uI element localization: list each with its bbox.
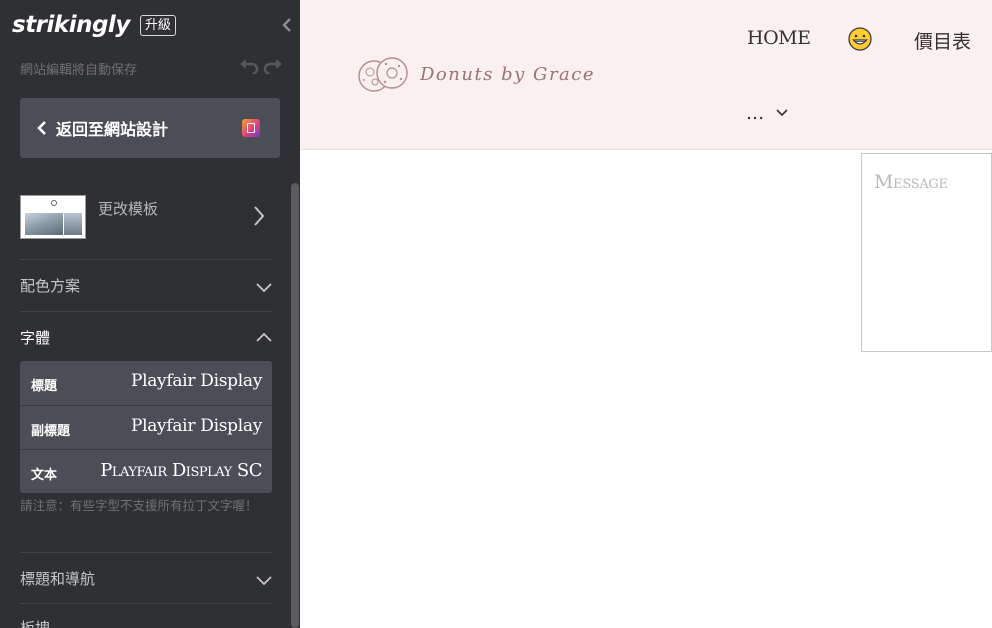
section-header-navigation[interactable]: 標題和導航	[20, 568, 272, 592]
font-row-heading[interactable]: 標題 Playfair Display	[20, 361, 272, 405]
section-blocks[interactable]: 板塊	[20, 617, 50, 628]
chevron-down-icon	[256, 283, 272, 293]
app-store-icon	[242, 119, 260, 137]
chevron-down-icon	[256, 576, 272, 586]
font-row-body[interactable]: 文本 Playfair Display SC	[20, 449, 272, 493]
nav-more-menu[interactable]: ...	[746, 102, 788, 124]
site-preview: Donuts by Grace HOME 價目表 ... Message	[300, 0, 992, 628]
change-template-row[interactable]: 更改模板	[20, 195, 272, 240]
font-settings-table: 標題 Playfair Display 副標題 Playfair Display…	[20, 361, 272, 493]
nav-pricing[interactable]: 價目表	[914, 27, 971, 54]
font-support-note: 請注意：有些字型不支援所有拉丁文字喔！	[20, 498, 258, 513]
brand-row: strikingly 升級	[12, 10, 176, 40]
grinning-face-icon[interactable]	[848, 27, 872, 51]
section-fonts[interactable]: 字體	[20, 327, 272, 351]
section-label: 標題和導航	[20, 570, 96, 588]
chevron-left-icon	[37, 121, 46, 135]
divider	[20, 603, 272, 604]
section-label: 配色方案	[20, 277, 81, 295]
section-color-scheme[interactable]: 配色方案	[20, 275, 272, 299]
chevron-right-icon	[254, 206, 265, 226]
editor-sidebar: strikingly 升級 網站編輯將自動保存 返回至網站設計 更改模板 配色方…	[0, 0, 300, 628]
redo-icon[interactable]	[263, 58, 283, 74]
back-to-site-design-button[interactable]: 返回至網站設計	[20, 98, 280, 158]
donut-logo-icon[interactable]	[356, 54, 410, 96]
divider	[20, 259, 272, 260]
font-row-subheading[interactable]: 副標題 Playfair Display	[20, 405, 272, 449]
change-template-label: 更改模板	[98, 200, 159, 218]
font-row-value: Playfair Display	[130, 416, 262, 436]
nav-more-label: ...	[746, 102, 765, 124]
message-input[interactable]: Message	[861, 153, 992, 352]
sidebar-scrollbar[interactable]	[291, 183, 299, 628]
font-row-label: 標題	[31, 379, 58, 394]
nav-home[interactable]: HOME	[747, 27, 811, 49]
font-row-value: Playfair Display	[130, 371, 262, 391]
strikingly-logo[interactable]: strikingly	[12, 12, 130, 38]
site-name[interactable]: Donuts by Grace	[420, 64, 595, 85]
collapse-sidebar-icon[interactable]	[280, 16, 294, 34]
back-button-label: 返回至網站設計	[56, 120, 169, 139]
divider	[20, 552, 272, 553]
divider	[20, 311, 272, 312]
autosave-notice: 網站編輯將自動保存	[20, 63, 138, 78]
template-thumbnail	[20, 195, 86, 239]
font-row-value: Playfair Display SC	[100, 460, 262, 481]
undo-icon[interactable]	[239, 58, 259, 74]
upgrade-button[interactable]: 升級	[139, 14, 176, 36]
message-placeholder: Message	[874, 171, 948, 193]
section-label: 字體	[20, 329, 51, 347]
site-header: Donuts by Grace HOME 價目表 ...	[300, 0, 992, 150]
chevron-up-icon	[256, 332, 272, 342]
font-row-label: 文本	[31, 468, 58, 483]
chevron-down-icon	[776, 109, 788, 117]
font-row-label: 副標題	[31, 424, 71, 439]
